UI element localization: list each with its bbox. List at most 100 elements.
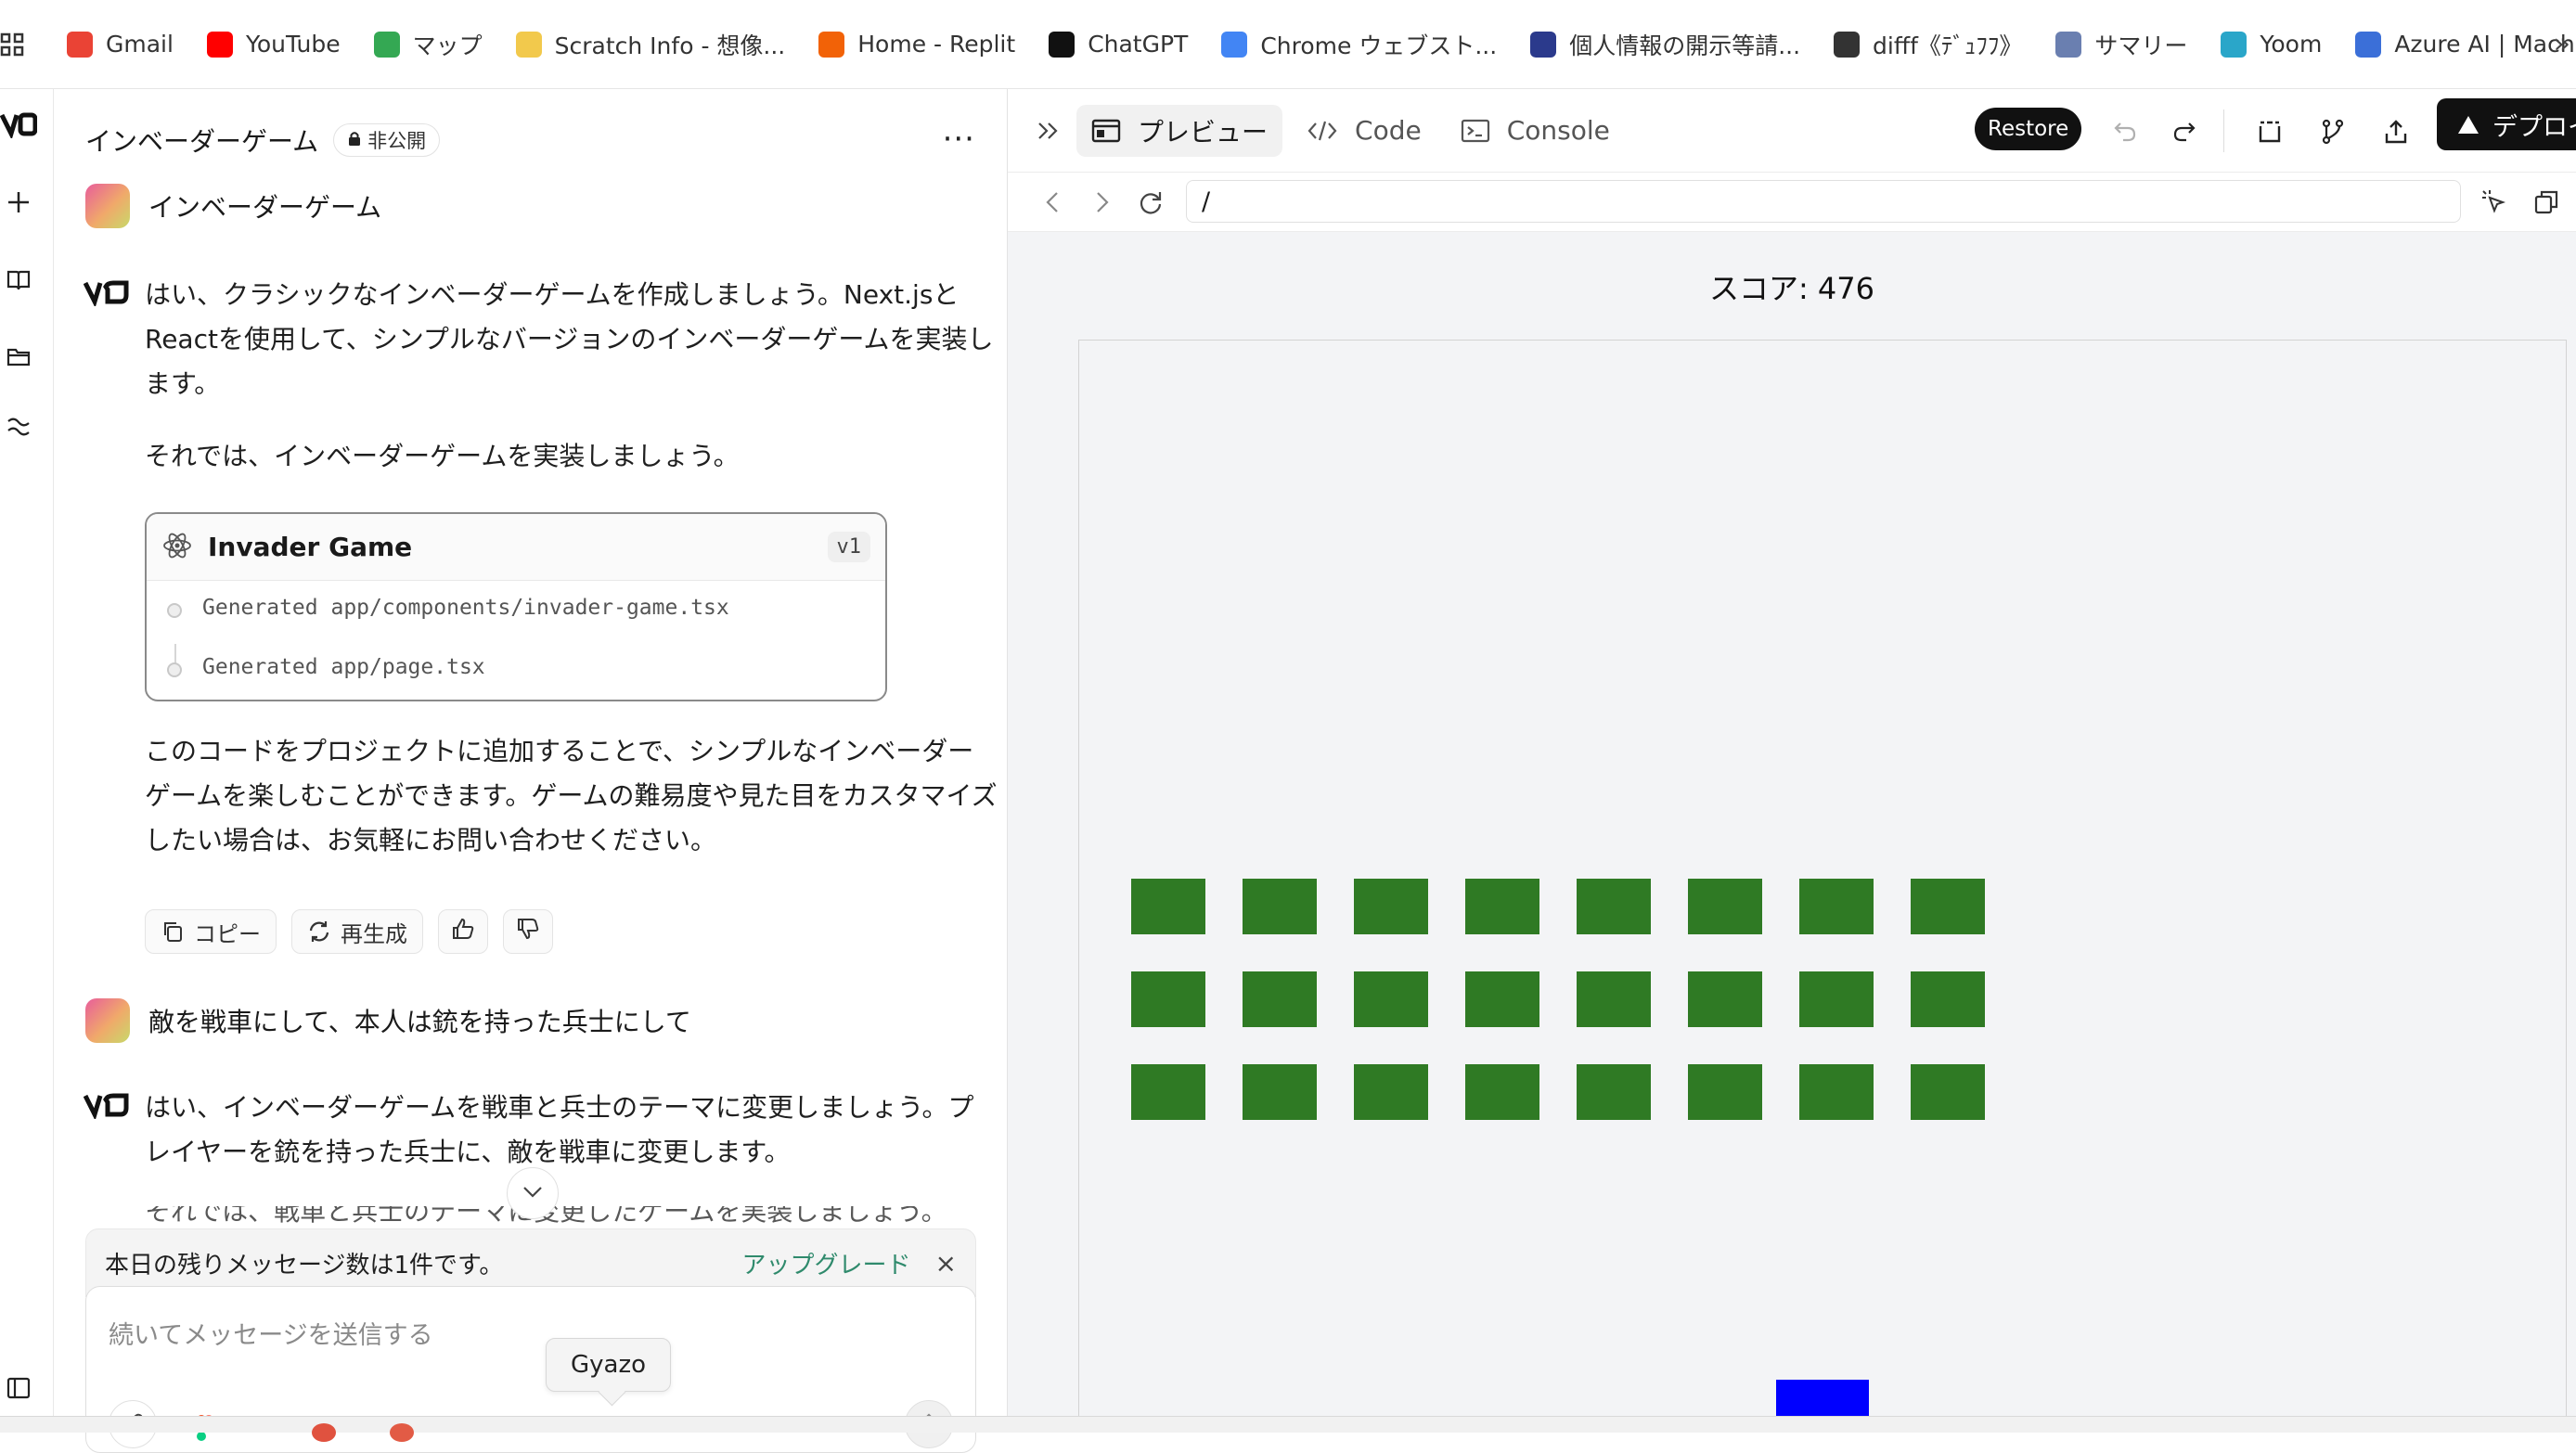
preview-icon xyxy=(1091,118,1121,144)
invader-tank xyxy=(1688,971,1762,1027)
preview-url-bar: / xyxy=(1008,173,2576,232)
v0-avatar-icon xyxy=(83,1091,132,1126)
user-avatar xyxy=(85,184,130,228)
version-badge: v1 xyxy=(827,532,870,562)
thumbs-down-icon xyxy=(515,916,541,947)
user-message: 敵を戦車にして、本人は銃を持った兵士にして xyxy=(85,998,691,1043)
bookmarks-list: Gmail YouTube マップ Scratch Info - 想像... Home … xyxy=(50,17,2576,72)
tab-console-label: Console xyxy=(1506,115,1610,146)
code-artifact-card[interactable]: Invader Game v1 Generated app/components… xyxy=(145,512,887,701)
invader-tank xyxy=(1911,1064,1985,1120)
bookmark-label: サマリー xyxy=(2094,32,2188,59)
bookmark-label: Azure AI | Machine... xyxy=(2394,31,2576,58)
tab-preview-label: プレビュー xyxy=(1138,116,1269,148)
close-icon[interactable]: × xyxy=(935,1248,957,1279)
forward-arrow-icon[interactable] xyxy=(1086,186,1119,219)
bookmarks-bar: Gmail YouTube マップ Scratch Info - 想像... Home … xyxy=(0,0,2576,89)
invader-tank xyxy=(1799,971,1874,1027)
responsive-frame-icon[interactable] xyxy=(2251,113,2288,150)
user-message: インベーダーゲーム xyxy=(85,184,381,228)
invader-tank xyxy=(1465,879,1539,934)
invader-tank xyxy=(1577,1064,1651,1120)
thumbs-up-button[interactable] xyxy=(438,909,488,954)
deploy-button[interactable]: デプロイ xyxy=(2437,98,2576,150)
chat-title[interactable]: インベーダーゲーム xyxy=(85,122,318,159)
bookmark-0[interactable]: Gmail xyxy=(50,17,190,72)
url-input[interactable]: / xyxy=(1186,180,2461,223)
invader-tank xyxy=(1799,879,1874,934)
tab-code[interactable]: Code xyxy=(1292,105,1436,157)
message-actions: コピー 再生成 xyxy=(145,909,553,954)
upgrade-link[interactable]: アップグレード xyxy=(742,1246,911,1280)
bookmark-9[interactable]: サマリー xyxy=(2039,17,2204,72)
invader-tank xyxy=(1243,879,1317,934)
react-atom-icon xyxy=(161,530,193,565)
library-icon[interactable] xyxy=(0,262,37,299)
bookmark-label: Gmail xyxy=(106,31,174,58)
element-select-icon[interactable] xyxy=(2478,186,2511,219)
bookmark-label: YouTube xyxy=(245,31,341,58)
bookmark-2[interactable]: マップ xyxy=(357,17,499,72)
dock-app-icon[interactable] xyxy=(390,1423,414,1442)
apps-grid-icon[interactable] xyxy=(0,0,24,89)
code-icon xyxy=(1307,119,1338,143)
bookmark-10[interactable]: Yoom xyxy=(2204,17,2338,72)
summary-icon xyxy=(2055,31,2082,58)
tab-console[interactable]: Console xyxy=(1446,105,1625,157)
copy-icon xyxy=(161,919,185,944)
invader-tank xyxy=(1131,971,1205,1027)
invader-tank xyxy=(1243,971,1317,1027)
restore-button[interactable]: Restore xyxy=(1975,108,2082,150)
scroll-to-bottom-button[interactable] xyxy=(507,1167,559,1219)
invader-tank xyxy=(1911,879,1985,934)
toolbar-divider xyxy=(2223,109,2224,152)
git-fork-icon[interactable] xyxy=(2314,113,2351,150)
chat-more-icon[interactable]: ··· xyxy=(943,121,975,158)
invader-tank xyxy=(1354,1064,1428,1120)
share-upload-icon[interactable] xyxy=(2377,113,2415,150)
bookmark-4[interactable]: Home - Replit xyxy=(802,17,1032,72)
bookmarks-overflow-icon[interactable]: » xyxy=(2554,28,2570,60)
invader-tank xyxy=(1688,879,1762,934)
reload-icon[interactable] xyxy=(1134,186,1167,219)
invader-tank xyxy=(1354,971,1428,1027)
collapse-panel-icon[interactable] xyxy=(1030,121,1067,141)
bookmark-label: difff《ﾃﾞｭﾌﾌ》 xyxy=(1873,32,2023,59)
invader-tank xyxy=(1577,879,1651,934)
undo-icon[interactable] xyxy=(2106,113,2144,150)
chevron-down-icon xyxy=(522,1185,543,1202)
back-arrow-icon[interactable] xyxy=(1036,186,1069,219)
bookmark-11[interactable]: Azure AI | Machine... xyxy=(2338,17,2576,72)
redo-icon[interactable] xyxy=(2166,113,2203,150)
card-header: Invader Game v1 xyxy=(147,514,885,581)
game-board[interactable] xyxy=(1078,340,2567,1416)
tab-preview[interactable]: プレビュー xyxy=(1076,104,1283,157)
thumbs-down-button[interactable] xyxy=(503,909,553,954)
bookmark-6[interactable]: Chrome ウェブスト... xyxy=(1204,17,1513,72)
regenerate-button[interactable]: 再生成 xyxy=(291,909,423,954)
refresh-icon xyxy=(307,919,331,944)
projects-folder-icon[interactable] xyxy=(0,338,37,375)
clipped-message-wrapper: それでは、戦車と兵士のテーマに変更したゲームを実装しましょう。 xyxy=(145,1206,980,1228)
vercel-triangle-icon xyxy=(2457,114,2479,135)
macos-dock-edge xyxy=(0,1416,2576,1433)
left-rail xyxy=(0,89,54,1433)
invader-tank xyxy=(1354,879,1428,934)
bookmark-8[interactable]: difff《ﾃﾞｭﾌﾌ》 xyxy=(1817,17,2039,72)
maps-icon xyxy=(373,31,400,58)
copy-button[interactable]: コピー xyxy=(145,909,277,954)
community-icon[interactable] xyxy=(0,408,37,445)
privacy-icon xyxy=(1530,31,1557,58)
bookmark-3[interactable]: Scratch Info - 想像... xyxy=(499,17,803,72)
sidebar-toggle-icon[interactable] xyxy=(0,1369,37,1407)
visibility-badge[interactable]: 非公開 xyxy=(333,123,441,157)
bookmark-1[interactable]: YouTube xyxy=(190,17,357,72)
v0-logo-icon[interactable] xyxy=(0,106,37,143)
bookmark-5[interactable]: ChatGPT xyxy=(1032,17,1204,72)
dock-app-icon[interactable] xyxy=(312,1423,336,1442)
bookmark-7[interactable]: 個人情報の開示等請... xyxy=(1513,17,1817,72)
composer-placeholder[interactable]: 続いてメッセージを送信する xyxy=(109,1315,433,1351)
gmail-icon xyxy=(67,31,93,58)
new-chat-icon[interactable] xyxy=(0,184,37,221)
open-new-window-icon[interactable] xyxy=(2530,186,2563,219)
